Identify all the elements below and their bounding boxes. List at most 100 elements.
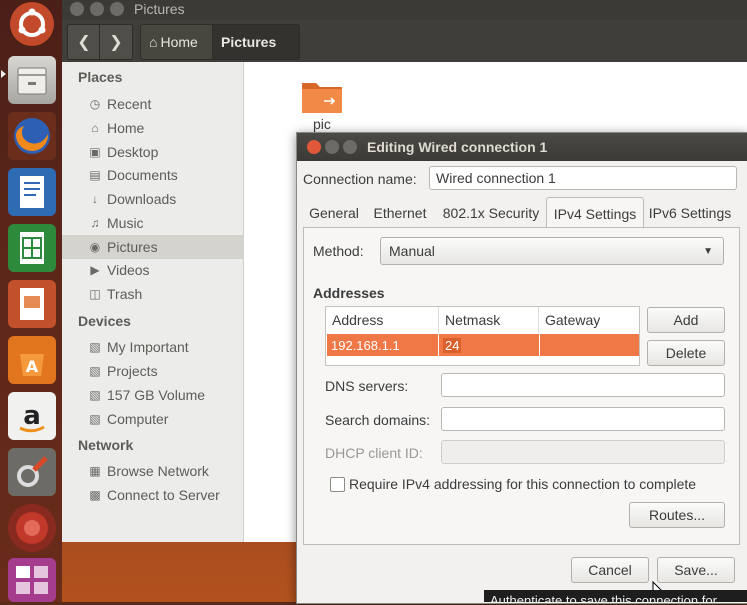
tab-general[interactable]: General xyxy=(303,199,365,227)
method-select[interactable]: Manual ▼ xyxy=(380,237,724,265)
camera-icon: ◉ xyxy=(89,240,101,254)
require-ipv4-label[interactable]: Require IPv4 addressing for this connect… xyxy=(349,476,696,492)
calc-icon[interactable] xyxy=(8,224,56,272)
writer-icon[interactable] xyxy=(8,168,56,216)
addresses-table[interactable]: Address Netmask Gateway 192.168.1.1 24 xyxy=(325,306,640,366)
workspace-switcher-icon[interactable] xyxy=(8,558,56,602)
dialog-titlebar: Editing Wired connection 1 xyxy=(297,133,747,161)
connection-name-label: Connection name: xyxy=(303,171,417,187)
breadcrumb-pictures[interactable]: Pictures xyxy=(212,24,300,60)
cancel-button[interactable]: Cancel xyxy=(571,557,649,583)
system-settings-icon[interactable] xyxy=(8,448,56,496)
tab-ipv6-settings[interactable]: IPv6 Settings xyxy=(644,199,736,227)
addresses-header: Addresses xyxy=(313,285,385,301)
breadcrumb-current-label: Pictures xyxy=(221,34,277,50)
sidebar-item-documents[interactable]: ▤ Documents xyxy=(62,163,243,187)
connection-name-field[interactable]: Wired connection 1 xyxy=(429,166,737,190)
nautilus-titlebar: Pictures xyxy=(62,0,747,20)
require-ipv4-checkbox[interactable] xyxy=(330,477,345,492)
maximize-icon[interactable] xyxy=(110,2,124,16)
sidebar-item-downloads[interactable]: ↓ Downloads xyxy=(62,187,243,211)
sidebar-item-browse-network[interactable]: ▦ Browse Network xyxy=(62,459,243,483)
running-indicator xyxy=(1,70,6,78)
sidebar-item-home[interactable]: ⌂ Home xyxy=(62,116,243,140)
column-header-gateway[interactable]: Gateway xyxy=(539,307,639,333)
routes-button[interactable]: Routes... xyxy=(629,502,725,528)
sidebar-item-videos[interactable]: ▶ Videos xyxy=(62,258,243,282)
breadcrumb-home[interactable]: ⌂ Home xyxy=(140,24,222,60)
download-icon: ↓ xyxy=(92,192,98,206)
sidebar-item-computer[interactable]: ▧ Computer xyxy=(62,407,243,431)
sidebar-item-volume[interactable]: ▧ 157 GB Volume xyxy=(62,383,243,407)
dns-servers-field[interactable] xyxy=(441,373,725,397)
method-value: Manual xyxy=(389,243,435,259)
chevron-left-icon: ❮ xyxy=(77,34,91,51)
search-domains-field[interactable] xyxy=(441,407,725,431)
svg-text:a: a xyxy=(23,401,41,431)
minimize-icon[interactable] xyxy=(325,140,339,154)
netmask-edit[interactable]: 24 xyxy=(443,337,462,353)
network-icon: ▦ xyxy=(89,464,101,478)
sidebar-item-music[interactable]: ♫ Music xyxy=(62,211,243,235)
tab-8021x-security[interactable]: 802.1x Security xyxy=(437,199,545,227)
sidebar-item-pictures[interactable]: ◉ Pictures xyxy=(62,235,243,259)
tab-ipv4-settings[interactable]: IPv4 Settings xyxy=(546,197,644,229)
add-button[interactable]: Add xyxy=(647,307,725,333)
amazon-icon[interactable]: a xyxy=(8,392,56,440)
drive-icon: ▧ xyxy=(89,340,101,354)
server-icon: ▩ xyxy=(89,488,101,502)
clock-icon: ◷ xyxy=(89,97,101,111)
maximize-icon[interactable] xyxy=(343,140,357,154)
dhcp-client-id-label: DHCP client ID: xyxy=(325,445,423,461)
drive-icon: ▧ xyxy=(89,364,101,378)
files-icon[interactable] xyxy=(8,56,56,104)
unknown-app-icon[interactable] xyxy=(8,504,56,552)
folder-icon[interactable] xyxy=(300,77,344,115)
dns-servers-label: DNS servers: xyxy=(325,378,409,394)
gateway-cell[interactable] xyxy=(540,334,639,356)
home-icon: ⌂ xyxy=(91,121,99,135)
svg-text:A: A xyxy=(26,357,39,376)
dropdown-arrow-icon: ▼ xyxy=(703,245,713,257)
impress-icon[interactable] xyxy=(8,280,56,328)
column-header-address[interactable]: Address xyxy=(326,307,439,333)
minimize-icon[interactable] xyxy=(90,2,104,16)
sidebar-item-connect-server[interactable]: ▩ Connect to Server xyxy=(62,483,243,507)
devices-header: Devices xyxy=(78,313,131,329)
breadcrumb-home-label: Home xyxy=(160,34,198,50)
close-icon[interactable] xyxy=(70,2,84,16)
file-name[interactable]: pic xyxy=(313,116,331,132)
close-icon[interactable] xyxy=(307,140,321,154)
drive-icon: ▧ xyxy=(89,388,101,402)
save-tooltip: Authenticate to save this connection for xyxy=(484,590,747,602)
column-header-netmask[interactable]: Netmask xyxy=(439,307,539,333)
folder-icon: ▣ xyxy=(89,145,101,159)
chevron-right-icon: ❯ xyxy=(109,34,123,51)
trash-icon: ◫ xyxy=(89,287,101,301)
firefox-icon[interactable] xyxy=(8,112,56,160)
sidebar-item-projects[interactable]: ▧ Projects xyxy=(62,359,243,383)
save-button[interactable]: Save... xyxy=(657,557,735,583)
address-cell[interactable]: 192.168.1.1 xyxy=(327,334,438,356)
sidebar-item-recent[interactable]: ◷ Recent xyxy=(62,92,243,116)
network-header: Network xyxy=(78,437,134,453)
video-icon: ▶ xyxy=(90,263,100,277)
delete-button[interactable]: Delete xyxy=(647,340,725,366)
software-center-icon[interactable]: A xyxy=(8,336,56,384)
document-icon: ▤ xyxy=(89,168,101,182)
launcher: A a xyxy=(0,0,62,602)
places-header: Places xyxy=(78,69,123,85)
search-domains-label: Search domains: xyxy=(325,412,431,428)
forward-button[interactable]: ❯ xyxy=(99,24,133,60)
netmask-cell[interactable]: 24 xyxy=(439,334,539,356)
home-icon: ⌂ xyxy=(149,34,158,50)
back-button[interactable]: ❮ xyxy=(67,24,101,60)
connection-editor-dialog: Editing Wired connection 1 Connection na… xyxy=(296,132,747,604)
sidebar-item-desktop[interactable]: ▣ Desktop xyxy=(62,140,243,164)
sidebar-item-my-important[interactable]: ▧ My Important xyxy=(62,335,243,359)
ubuntu-dash-icon[interactable] xyxy=(10,2,54,46)
dialog-title: Editing Wired connection 1 xyxy=(367,139,548,155)
tab-ethernet[interactable]: Ethernet xyxy=(367,199,433,227)
sidebar-item-trash[interactable]: ◫ Trash xyxy=(62,282,243,306)
sidebar: Places ◷ Recent ⌂ Home ▣ Desktop ▤ Documents… xyxy=(62,62,244,542)
